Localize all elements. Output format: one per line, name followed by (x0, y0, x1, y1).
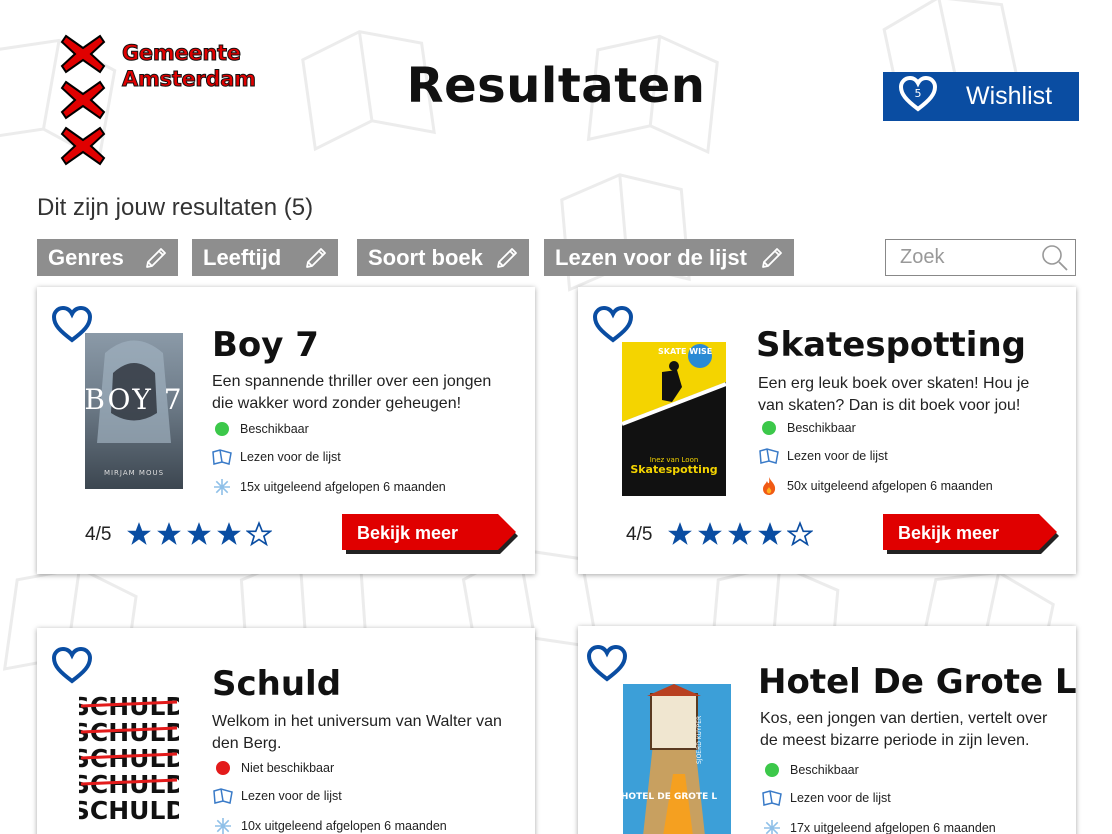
loan-count-label: 15x uitgeleend afgelopen 6 maanden (240, 480, 446, 494)
star-filled-icon (668, 522, 692, 545)
snowflake-icon (764, 820, 780, 834)
book-description: Een spannende thriller over een jongen d… (212, 373, 492, 412)
available-dot-icon (765, 763, 779, 777)
star-rating (667, 521, 817, 547)
wishlist-button[interactable]: 5 Wishlist (883, 72, 1079, 121)
loan-count: 50x uitgeleend afgelopen 6 maanden (759, 476, 993, 496)
snowflake-icon (215, 818, 231, 834)
pencil-icon (306, 248, 326, 268)
star-outline-icon (787, 521, 813, 547)
cover-title-text: BOY 7 (85, 383, 183, 416)
loan-count-label: 17x uitgeleend afgelopen 6 maanden (790, 821, 996, 834)
book-title: Boy 7 (212, 325, 319, 365)
loan-count-label: 10x uitgeleend afgelopen 6 maanden (241, 819, 447, 833)
heart-outline-icon[interactable] (586, 644, 628, 684)
availability-status: Niet beschikbaar (213, 758, 334, 778)
bekijk-meer-button[interactable]: Bekijk meer (342, 514, 520, 554)
book-card[interactable]: SJOERD KUYPER HOTEL DE GROTE L Hotel De … (578, 626, 1077, 834)
book-card[interactable]: SCHULD SCHULD SCHULD SCHULD SCHULD Schul… (37, 628, 535, 834)
book-cover-image: SKATE WISE Inez van Loon Skatespotting (622, 342, 726, 496)
cover-series-text: SKATE WISE (658, 347, 712, 356)
rating-score: 4/5 (85, 524, 112, 545)
availability-label: Beschikbaar (790, 763, 859, 777)
loan-count: 10x uitgeleend afgelopen 6 maanden (213, 816, 447, 834)
availability-label: Niet beschikbaar (241, 761, 335, 775)
book-list-icon (759, 448, 779, 464)
search-box (885, 239, 1076, 276)
reading-list-label: Lezen voor de lijst (241, 789, 342, 803)
filter-leeftijd-button[interactable]: Leeftijd (192, 239, 338, 276)
book-cover-image: BOY 7 MIRJAM MOUS (85, 333, 183, 489)
cover-title-text: HOTEL DE GROTE L (623, 792, 717, 802)
book-list-icon (212, 449, 232, 465)
filter-label: Soort boek (368, 244, 483, 270)
book-list-icon (762, 790, 782, 806)
book-title: Skatespotting (756, 325, 1026, 365)
search-input[interactable] (900, 240, 1040, 275)
pencil-icon (762, 248, 782, 268)
star-filled-icon (698, 522, 722, 545)
book-cover-image: SJOERD KUYPER HOTEL DE GROTE L (623, 684, 731, 834)
cover-author-text: MIRJAM MOUS (104, 469, 164, 477)
reading-list-label: Lezen voor de lijst (790, 791, 891, 805)
book-card[interactable]: SKATE WISE Inez van Loon Skatespotting S… (578, 287, 1076, 574)
star-filled-icon (187, 522, 211, 545)
search-icon[interactable] (1041, 244, 1069, 272)
book-title: Hotel De Grote L (758, 662, 1077, 702)
filter-soort-boek-button[interactable]: Soort boek (357, 239, 529, 276)
star-filled-icon (758, 522, 782, 545)
reading-list-tag: Lezen voor de lijst (213, 786, 342, 806)
bekijk-meer-button[interactable]: Bekijk meer (883, 514, 1061, 554)
book-title: Schuld (212, 664, 342, 704)
rating-score: 4/5 (626, 524, 653, 545)
heart-outline-icon[interactable] (51, 646, 93, 686)
snowflake-icon (214, 479, 230, 495)
available-dot-icon (215, 422, 229, 436)
reading-list-tag: Lezen voor de lijst (762, 788, 891, 808)
pencil-icon (497, 248, 517, 268)
wishlist-label: Wishlist (966, 82, 1053, 110)
availability-status: Beschikbaar (759, 418, 856, 438)
loan-count-label: 50x uitgeleend afgelopen 6 maanden (787, 479, 993, 493)
flame-icon (763, 477, 776, 495)
star-rating (126, 521, 276, 547)
bekijk-meer-label: Bekijk meer (357, 523, 459, 543)
star-outline-icon (246, 521, 272, 547)
availability-label: Beschikbaar (240, 422, 309, 436)
reading-list-tag: Lezen voor de lijst (759, 446, 888, 466)
reading-list-label: Lezen voor de lijst (787, 449, 888, 463)
star-filled-icon (157, 522, 181, 545)
star-filled-icon (127, 522, 151, 545)
pencil-icon (146, 248, 166, 268)
results-summary: Dit zijn jouw resultaten (5) (37, 194, 314, 221)
cover-author-text: SJOERD KUYPER (696, 716, 703, 764)
available-dot-icon (762, 421, 776, 435)
filter-label: Lezen voor de lijst (555, 244, 747, 270)
cover-title-text: SCHULD (79, 796, 179, 825)
reading-list-tag: Lezen voor de lijst (212, 447, 341, 467)
book-list-icon (213, 788, 233, 804)
bekijk-meer-label: Bekijk meer (898, 523, 1000, 543)
unavailable-dot-icon (216, 761, 230, 775)
wishlist-count: 5 (914, 86, 922, 100)
availability-status: Beschikbaar (212, 419, 309, 439)
book-description: Een erg leuk boek over skaten! Hou je va… (758, 375, 1030, 414)
filter-label: Genres (48, 244, 124, 270)
reading-list-label: Lezen voor de lijst (240, 450, 341, 464)
availability-label: Beschikbaar (787, 421, 856, 435)
filter-label: Leeftijd (203, 244, 282, 270)
book-description: Welkom in het universum van Walter van d… (212, 713, 502, 752)
cover-title-text: Skatespotting (630, 463, 717, 476)
book-card[interactable]: BOY 7 MIRJAM MOUS Boy 7 Een spannende th… (37, 287, 535, 574)
book-cover-image: SCHULD SCHULD SCHULD SCHULD SCHULD (79, 690, 179, 834)
availability-status: Beschikbaar (762, 760, 859, 780)
heart-outline-icon[interactable] (592, 305, 634, 345)
loan-count: 17x uitgeleend afgelopen 6 maanden (762, 818, 996, 834)
loan-count: 15x uitgeleend afgelopen 6 maanden (212, 477, 446, 497)
star-filled-icon (217, 522, 241, 545)
book-description: Kos, een jongen van dertien, vertelt ove… (760, 710, 1048, 749)
filter-lezen-voor-de-lijst-button[interactable]: Lezen voor de lijst (544, 239, 794, 276)
filter-genres-button[interactable]: Genres (37, 239, 178, 276)
star-filled-icon (728, 522, 752, 545)
